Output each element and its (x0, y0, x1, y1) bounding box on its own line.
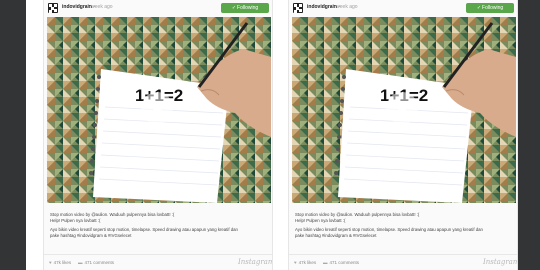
post-time: 1 week ago (332, 4, 358, 10)
instagram-brand-logo: Instagram (483, 258, 518, 266)
video-media[interactable]: 1+1=2 aulion (47, 17, 271, 203)
post-footer: ♥ 47k likes ▬ 471 comments Instagram (289, 254, 518, 270)
heart-icon: ♥ (294, 260, 297, 265)
left-dark-margin (0, 0, 26, 270)
play-icon[interactable] (141, 92, 173, 124)
instagram-brand-logo: Instagram (238, 258, 273, 266)
comments-text: 471 comments (329, 260, 360, 265)
post-caption: Stop motion video by @aulion. Waduuh pul… (50, 212, 268, 238)
following-button[interactable]: ✓Following (466, 3, 514, 13)
comments-text: 471 comments (84, 260, 115, 265)
check-icon: ✓ (476, 5, 482, 11)
following-button[interactable]: ✓Following (221, 3, 269, 13)
comments-count[interactable]: ▬ 471 comments (323, 260, 359, 265)
instagram-post-right: indovidgram • 1 week ago ✓Following 1+1=… (288, 0, 518, 270)
comment-icon: ▬ (78, 260, 83, 265)
comments-count[interactable]: ▬ 471 comments (78, 260, 114, 265)
post-header: indovidgram • 1 week ago ✓Following (44, 0, 272, 17)
avatar-icon[interactable] (293, 3, 303, 13)
post-time: 1 week ago (87, 4, 113, 10)
check-icon: ✓ (231, 5, 237, 11)
caption-line: pake hashtag #indovidgram & #IVGselecet (295, 232, 377, 238)
following-label: Following (482, 5, 504, 11)
instagram-post-left: indovidgram • 1 week ago ✓Following Stop… (43, 0, 273, 270)
video-media[interactable]: 1+1=2 aulion (292, 17, 516, 203)
post-footer: ♥ 47k likes ▬ 471 comments Instagram (44, 254, 273, 270)
play-icon[interactable] (386, 92, 418, 124)
caption-line: Ayo bikin video kreatif seperti stop mot… (295, 227, 483, 233)
comment-icon: ▬ (323, 260, 328, 265)
caption-line: Ayo bikin video kreatif seperti stop mot… (50, 227, 238, 233)
heart-icon: ♥ (49, 260, 52, 265)
likes-text: 47k likes (53, 260, 72, 265)
screenshot-stage: indovidgram • 1 week ago ✓Following Stop… (0, 0, 540, 270)
likes-text: 47k likes (298, 260, 317, 265)
post-caption: Stop motion video by @aulion. Waduuh pul… (295, 212, 513, 238)
likes-count[interactable]: ♥ 47k likes (49, 260, 71, 265)
following-label: Following (237, 5, 259, 11)
avatar-icon[interactable] (48, 3, 58, 13)
post-header: indovidgram • 1 week ago ✓Following (289, 0, 517, 17)
likes-count[interactable]: ♥ 47k likes (294, 260, 316, 265)
caption-line: pake hashtag #indovidgram & #IVGselecet (50, 232, 132, 238)
